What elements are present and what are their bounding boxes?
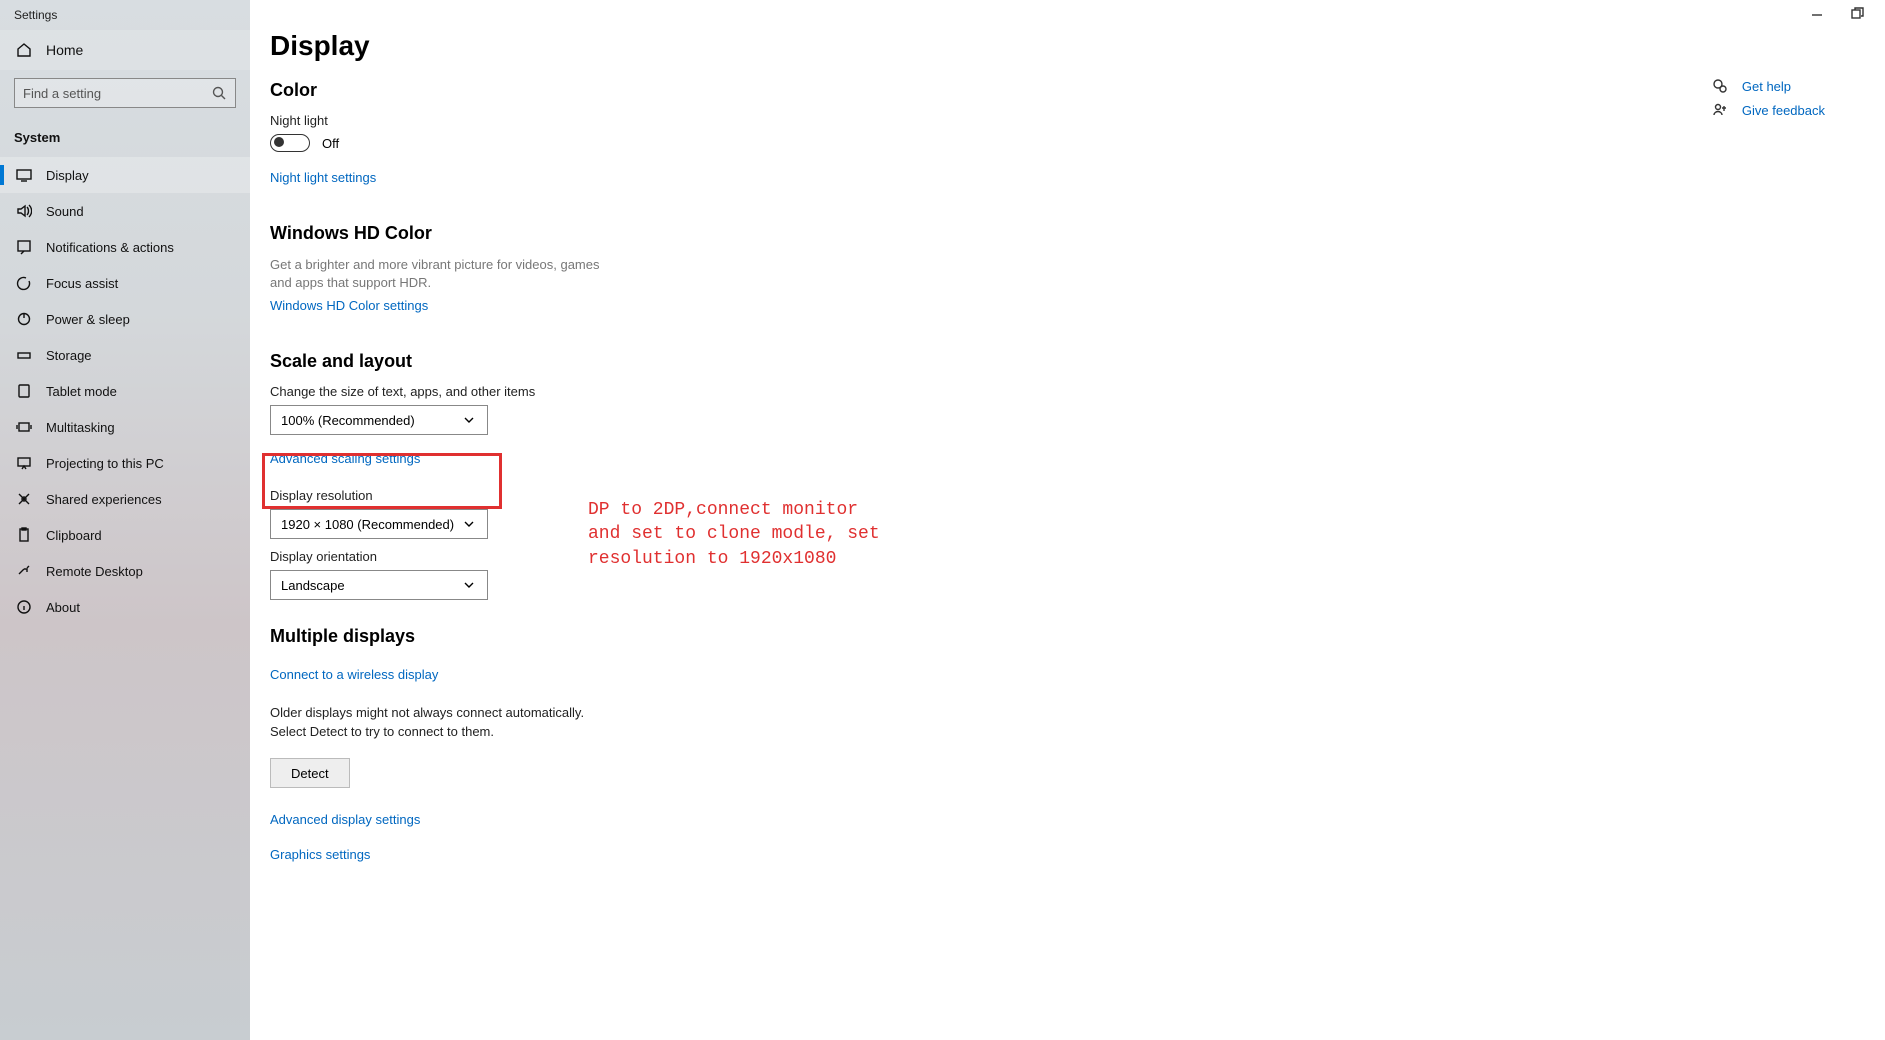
focus-icon bbox=[16, 275, 32, 291]
main-panel: Display Color Night light Off Night ligh… bbox=[250, 0, 1885, 874]
sidebar-item-storage[interactable]: Storage bbox=[0, 337, 250, 373]
detect-label: Detect bbox=[291, 766, 329, 781]
give-feedback-link[interactable]: Give feedback bbox=[1712, 102, 1825, 118]
night-light-label: Night light bbox=[270, 113, 1885, 128]
chevron-down-icon bbox=[461, 412, 477, 428]
sidebar-item-tablet[interactable]: Tablet mode bbox=[0, 373, 250, 409]
sidebar-item-multitasking[interactable]: Multitasking bbox=[0, 409, 250, 445]
maximize-button[interactable] bbox=[1849, 7, 1865, 23]
orientation-label: Display orientation bbox=[270, 549, 1885, 564]
shared-icon bbox=[16, 491, 32, 507]
sidebar-item-projecting[interactable]: Projecting to this PC bbox=[0, 445, 250, 481]
color-heading: Color bbox=[270, 80, 1885, 101]
search-placeholder: Find a setting bbox=[23, 86, 101, 101]
hd-desc: Get a brighter and more vibrant picture … bbox=[270, 256, 620, 292]
sidebar-item-sound[interactable]: Sound bbox=[0, 193, 250, 229]
home-icon bbox=[16, 42, 32, 58]
nav-label: Sound bbox=[46, 204, 84, 219]
nav-label: Focus assist bbox=[46, 276, 118, 291]
sound-icon bbox=[16, 203, 32, 219]
resolution-dropdown[interactable]: 1920 × 1080 (Recommended) bbox=[270, 509, 488, 539]
scale-heading: Scale and layout bbox=[270, 351, 1885, 372]
storage-icon bbox=[16, 347, 32, 363]
sidebar-item-power[interactable]: Power & sleep bbox=[0, 301, 250, 337]
search-icon bbox=[211, 85, 227, 101]
feedback-icon bbox=[1712, 102, 1728, 118]
nav-label: Notifications & actions bbox=[46, 240, 174, 255]
nav-label: About bbox=[46, 600, 80, 615]
hd-settings-link[interactable]: Windows HD Color settings bbox=[270, 298, 428, 313]
projecting-icon bbox=[16, 455, 32, 471]
chevron-down-icon bbox=[461, 577, 477, 593]
home-button[interactable]: Home bbox=[0, 30, 250, 70]
nav-label: Projecting to this PC bbox=[46, 456, 164, 471]
nav-label: Storage bbox=[46, 348, 92, 363]
sidebar-item-focus[interactable]: Focus assist bbox=[0, 265, 250, 301]
night-light-state: Off bbox=[322, 136, 339, 151]
night-light-settings-link[interactable]: Night light settings bbox=[270, 170, 376, 185]
advanced-display-link[interactable]: Advanced display settings bbox=[270, 812, 420, 827]
scale-value: 100% (Recommended) bbox=[281, 413, 415, 428]
nav-label: Clipboard bbox=[46, 528, 102, 543]
orientation-dropdown[interactable]: Landscape bbox=[270, 570, 488, 600]
tablet-icon bbox=[16, 383, 32, 399]
display-icon bbox=[16, 167, 32, 183]
night-light-toggle[interactable] bbox=[270, 134, 310, 152]
home-label: Home bbox=[46, 42, 83, 58]
sidebar-item-shared[interactable]: Shared experiences bbox=[0, 481, 250, 517]
window-controls bbox=[1809, 0, 1885, 30]
nav-list: Display Sound Notifications & actions Fo… bbox=[0, 157, 250, 625]
sidebar-item-notifications[interactable]: Notifications & actions bbox=[0, 229, 250, 265]
chevron-down-icon bbox=[461, 516, 477, 532]
nav-label: Tablet mode bbox=[46, 384, 117, 399]
clipboard-icon bbox=[16, 527, 32, 543]
remote-icon bbox=[16, 563, 32, 579]
sidebar-item-display[interactable]: Display bbox=[0, 157, 250, 193]
detect-button[interactable]: Detect bbox=[270, 758, 350, 788]
detect-desc: Older displays might not always connect … bbox=[270, 704, 620, 742]
get-help-label: Get help bbox=[1742, 79, 1791, 94]
nav-label: Power & sleep bbox=[46, 312, 130, 327]
aside-links: Get help Give feedback bbox=[1712, 78, 1825, 118]
scale-dropdown[interactable]: 100% (Recommended) bbox=[270, 405, 488, 435]
minimize-button[interactable] bbox=[1809, 7, 1825, 23]
get-help-link[interactable]: Get help bbox=[1712, 78, 1825, 94]
give-feedback-label: Give feedback bbox=[1742, 103, 1825, 118]
sidebar-item-remote[interactable]: Remote Desktop bbox=[0, 553, 250, 589]
sidebar: Settings Home Find a setting System Disp… bbox=[0, 0, 250, 1040]
annotation-highlight bbox=[262, 453, 502, 509]
nav-label: Multitasking bbox=[46, 420, 115, 435]
notifications-icon bbox=[16, 239, 32, 255]
sidebar-item-clipboard[interactable]: Clipboard bbox=[0, 517, 250, 553]
multi-heading: Multiple displays bbox=[270, 626, 1885, 647]
resolution-label: Display resolution bbox=[270, 488, 1885, 503]
orientation-value: Landscape bbox=[281, 578, 345, 593]
search-container: Find a setting bbox=[0, 70, 250, 112]
help-icon bbox=[1712, 78, 1728, 94]
about-icon bbox=[16, 599, 32, 615]
nav-label: Display bbox=[46, 168, 89, 183]
hd-heading: Windows HD Color bbox=[270, 223, 1885, 244]
page-title: Display bbox=[270, 30, 1885, 62]
nav-label: Shared experiences bbox=[46, 492, 162, 507]
wireless-display-link[interactable]: Connect to a wireless display bbox=[270, 667, 438, 682]
annotation-text: DP to 2DP,connect monitor and set to clo… bbox=[588, 498, 880, 571]
graphics-settings-link[interactable]: Graphics settings bbox=[270, 847, 370, 862]
search-input[interactable]: Find a setting bbox=[14, 78, 236, 108]
night-light-toggle-row: Off bbox=[270, 134, 1885, 152]
scale-label: Change the size of text, apps, and other… bbox=[270, 384, 1885, 399]
resolution-value: 1920 × 1080 (Recommended) bbox=[281, 517, 454, 532]
content: Display Color Night light Off Night ligh… bbox=[250, 0, 1885, 1040]
sidebar-item-about[interactable]: About bbox=[0, 589, 250, 625]
window-title: Settings bbox=[0, 0, 250, 30]
nav-label: Remote Desktop bbox=[46, 564, 143, 579]
multitasking-icon bbox=[16, 419, 32, 435]
section-label: System bbox=[0, 112, 250, 157]
power-icon bbox=[16, 311, 32, 327]
